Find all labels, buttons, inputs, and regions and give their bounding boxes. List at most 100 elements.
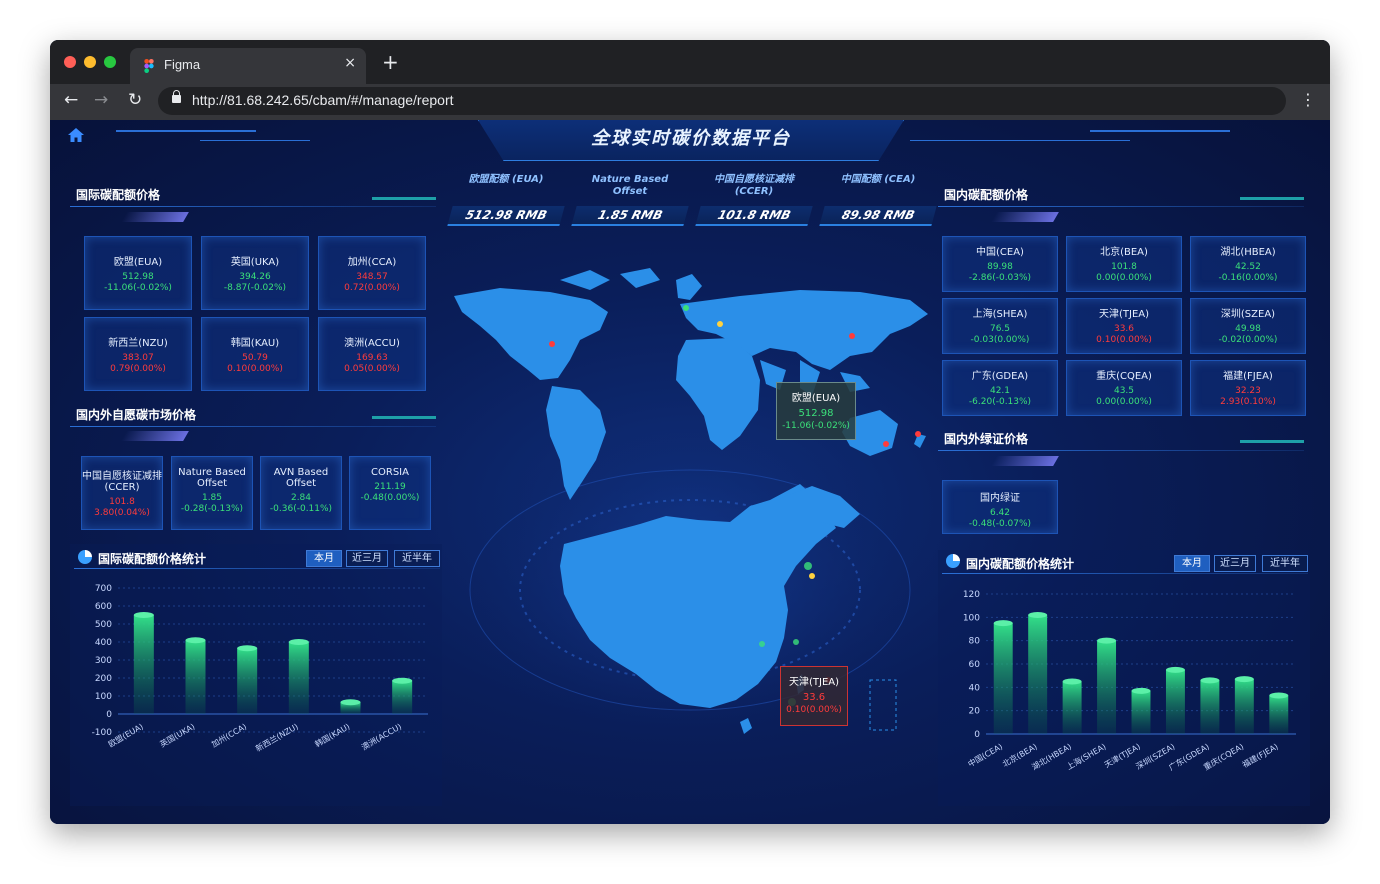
price-card[interactable]: 新西兰(NZU) 383.07 0.79(0.00%): [84, 317, 192, 391]
price-card[interactable]: 深圳(SZEA) 49.98 -0.02(0.00%): [1190, 298, 1306, 354]
price-card[interactable]: 重庆(CQEA) 43.5 0.00(0.00%): [1066, 360, 1182, 416]
tab-close-icon[interactable]: ×: [344, 55, 356, 71]
maximize-window-button[interactable]: [104, 56, 116, 68]
price-card[interactable]: AVN Based Offset 2.84 -0.36(-0.11%): [260, 456, 342, 530]
section-title-domestic-quota: 国内碳配额价格: [944, 188, 1029, 202]
forward-button[interactable]: →: [94, 90, 108, 110]
price-card[interactable]: 加州(CCA) 348.57 0.72(0.00%): [318, 236, 426, 310]
map-marker[interactable]: [793, 639, 799, 645]
card-change: -11.06(-0.02%): [104, 283, 172, 293]
section-dash: [1240, 440, 1304, 443]
card-name: 新西兰(NZU): [108, 338, 168, 349]
highlight-label: Nature Based Offset: [591, 174, 669, 197]
price-card[interactable]: 中国(CEA) 89.98 -2.86(-0.03%): [942, 236, 1058, 292]
browser-menu-button[interactable]: ⋮: [1300, 90, 1316, 109]
card-value: 2.84: [290, 493, 312, 503]
highlight-value: 89.98 RMB: [819, 206, 937, 226]
section-title-voluntary: 国内外自愿碳市场价格: [76, 408, 197, 422]
card-change: 0.10(0.00%): [1096, 335, 1152, 345]
domestic-period-month-button[interactable]: 本月: [1174, 555, 1210, 572]
price-card[interactable]: 广东(GDEA) 42.1 -6.20(-0.13%): [942, 360, 1058, 416]
section-title-green-cert: 国内外绿证价格: [944, 432, 1029, 446]
y-tick-label: -100: [92, 728, 113, 738]
back-button[interactable]: ←: [64, 90, 78, 110]
price-card[interactable]: 澳洲(ACCU) 169.63 0.05(0.00%): [318, 317, 426, 391]
price-card[interactable]: 国内绿证 6.42 -0.48(-0.07%): [942, 480, 1058, 534]
bar: [133, 615, 154, 714]
y-tick-label: 100: [963, 613, 980, 623]
close-window-button[interactable]: [64, 56, 76, 68]
card-name: 湖北(HBEA): [1220, 247, 1276, 258]
price-card[interactable]: 欧盟(EUA) 512.98 -11.06(-0.02%): [84, 236, 192, 310]
section-underline: [70, 426, 436, 427]
card-change: 0.00(0.00%): [1096, 273, 1152, 283]
highlight-label: 中国配额 (CEA): [840, 174, 916, 185]
browser-tab[interactable]: Figma ×: [130, 48, 366, 84]
bar-cap: [1200, 677, 1220, 684]
price-card[interactable]: 英国(UKA) 394.26 -8.87(-0.02%): [201, 236, 309, 310]
price-card[interactable]: 中国自愿核证减排 (CCER) 101.8 3.80(0.04%): [81, 456, 163, 530]
minimize-window-button[interactable]: [84, 56, 96, 68]
address-bar[interactable]: http://81.68.242.65/cbam/#/manage/report: [158, 87, 1286, 115]
map-marker[interactable]: [717, 321, 723, 327]
y-tick-label: 400: [95, 638, 112, 648]
card-value: 50.79: [242, 353, 268, 363]
map-marker[interactable]: [809, 573, 815, 579]
price-card[interactable]: 北京(BEA) 101.8 0.00(0.00%): [1066, 236, 1182, 292]
tooltip-value: 512.98: [798, 408, 834, 419]
map-marker[interactable]: [883, 441, 889, 447]
card-name: 国内绿证: [980, 493, 1020, 504]
bar-cap: [1028, 612, 1048, 618]
intl-period-6m-button[interactable]: 近半年: [394, 550, 440, 567]
new-tab-button[interactable]: +: [382, 50, 399, 74]
bar: [1165, 669, 1185, 734]
bar: [1234, 679, 1254, 734]
domestic-period-3m-button[interactable]: 近三月: [1214, 555, 1256, 572]
card-change: -0.03(0.00%): [970, 335, 1030, 345]
home-icon[interactable]: [68, 128, 84, 142]
price-card[interactable]: 韩国(KAU) 50.79 0.10(0.00%): [201, 317, 309, 391]
highlight-label: 中国自愿核证减排 (CCER): [714, 174, 794, 197]
map-marker[interactable]: [759, 641, 765, 647]
card-value: 101.8: [109, 497, 135, 507]
price-card[interactable]: 上海(SHEA) 76.5 -0.03(0.00%): [942, 298, 1058, 354]
card-value: 394.26: [239, 272, 271, 282]
x-tick-label: 新西兰(NZU): [254, 721, 300, 753]
map-marker[interactable]: [683, 305, 689, 311]
highlight-ccer: 中国自愿核证减排 (CCER) 101.8 RMB: [695, 174, 813, 226]
domestic-period-6m-button[interactable]: 近半年: [1262, 555, 1308, 572]
card-name: 广东(GDEA): [971, 371, 1029, 382]
tooltip-value: 33.6: [802, 692, 826, 703]
map-marker[interactable]: [915, 431, 921, 437]
y-tick-label: 200: [95, 674, 112, 684]
url-text[interactable]: http://81.68.242.65/cbam/#/manage/report: [192, 92, 454, 108]
section-dash: [372, 197, 436, 200]
x-tick-label: 英国(UKA): [158, 721, 197, 749]
highlight-value: 512.98 RMB: [447, 206, 565, 226]
intl-period-month-button[interactable]: 本月: [306, 550, 342, 567]
intl-period-3m-button[interactable]: 近三月: [346, 550, 388, 567]
map-marker[interactable]: [849, 333, 855, 339]
price-card[interactable]: 福建(FJEA) 32.23 2.93(0.10%): [1190, 360, 1306, 416]
price-card[interactable]: Nature Based Offset 1.85 -0.28(-0.13%): [171, 456, 253, 530]
bar: [1269, 695, 1289, 734]
section-dash: [1240, 197, 1304, 200]
section-underline: [70, 206, 436, 207]
bar-cap: [185, 637, 206, 644]
price-card[interactable]: CORSIA 211.19 -0.48(0.00%): [349, 456, 431, 530]
bar-cap: [1269, 692, 1289, 699]
card-value: 32.23: [1235, 386, 1261, 396]
reload-button[interactable]: ↻: [128, 90, 142, 110]
card-value: 42.52: [1235, 262, 1261, 272]
y-tick-label: 300: [95, 656, 112, 666]
map-marker[interactable]: [804, 562, 812, 570]
map-marker[interactable]: [549, 341, 555, 347]
y-tick-label: 100: [95, 692, 112, 702]
price-card[interactable]: 湖北(HBEA) 42.52 -0.16(0.00%): [1190, 236, 1306, 292]
card-value: 43.5: [1113, 386, 1135, 396]
price-card[interactable]: 天津(TJEA) 33.6 0.10(0.00%): [1066, 298, 1182, 354]
y-tick-label: 60: [969, 660, 981, 670]
bar: [288, 642, 309, 714]
header-deco-line: [200, 140, 310, 141]
card-name: 重庆(CQEA): [1096, 371, 1152, 382]
